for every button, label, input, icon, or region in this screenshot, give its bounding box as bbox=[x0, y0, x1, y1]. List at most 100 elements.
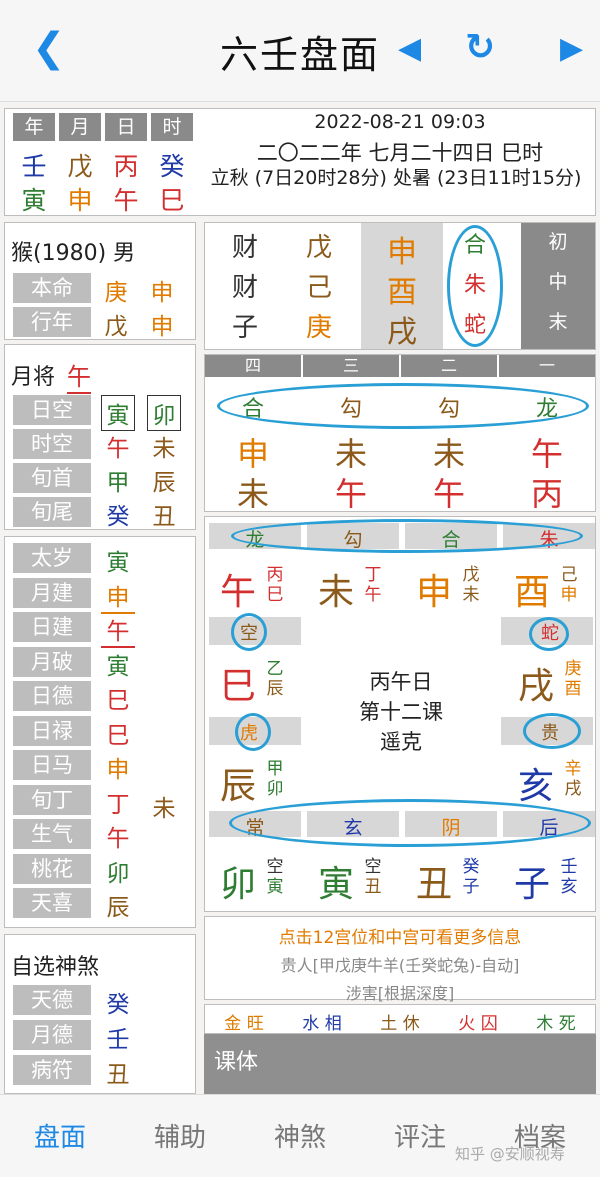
top-palace-stem: 丁 bbox=[364, 565, 382, 585]
shensha-row-value: 申 bbox=[106, 757, 130, 783]
left-palace-stem: 甲 bbox=[266, 759, 284, 779]
shensha-row-label: 月破 bbox=[13, 646, 91, 677]
pillar-header: 时 bbox=[151, 113, 193, 141]
top-palace-earth: 午 bbox=[364, 585, 382, 605]
center-palace[interactable]: 丙午日 第十二课 遥克 bbox=[305, 667, 497, 757]
sanchuan-label: 初 bbox=[548, 231, 568, 253]
bottom-palace-stem: 空 bbox=[266, 857, 284, 877]
shensha-row-value: 寅 bbox=[106, 550, 130, 576]
shensha-row-value: 辰 bbox=[106, 895, 130, 921]
sike-header: 二 bbox=[401, 355, 497, 377]
person-panel: 猴(1980) 男 本命庚申行年戊申 bbox=[4, 222, 196, 340]
left-palace-stem: 乙 bbox=[266, 659, 284, 679]
left-palace-branch[interactable]: 辰 bbox=[213, 757, 263, 809]
pillar-header: 年 bbox=[13, 113, 55, 141]
wangxiang-item: 金 旺 bbox=[205, 1009, 283, 1034]
bottom-palace-branch[interactable]: 丑 bbox=[409, 855, 459, 907]
shensha-row-value: 巳 bbox=[106, 688, 130, 714]
sanchuan-label: 末 bbox=[548, 311, 568, 333]
tab-2[interactable]: 神煞 bbox=[240, 1117, 360, 1154]
element-name: 土 bbox=[380, 1014, 398, 1034]
triangle-left-icon[interactable]: ◀ bbox=[398, 34, 421, 64]
element-name: 火 bbox=[458, 1014, 476, 1034]
shensha-row-value: 丁 bbox=[106, 791, 130, 818]
keti-panel[interactable]: 课体 bbox=[204, 1034, 596, 1094]
sanchuan-panel[interactable]: 财戊申合初财己酉朱中子庚戌蛇末 bbox=[204, 222, 596, 350]
kong-row-v1: 甲 bbox=[106, 470, 130, 496]
watermark: 知乎 @安顺视寿 bbox=[455, 1145, 565, 1163]
info-shehai: 涉害[根据深度] bbox=[345, 984, 455, 1003]
wangxiang-item: 土 休 bbox=[361, 1009, 439, 1034]
shensha-row-label: 日德 bbox=[13, 681, 91, 711]
top-palace-branch[interactable]: 申 bbox=[409, 563, 459, 615]
element-name: 水 bbox=[302, 1014, 320, 1034]
kong-row-label: 旬首 bbox=[13, 463, 91, 493]
kong-row-label: 时空 bbox=[13, 429, 91, 459]
info-panel: 点击12宫位和中宫可看更多信息 贵人[甲戊庚牛羊(壬癸蛇兔)-自动] 涉害[根据… bbox=[204, 916, 596, 1003]
bottom-palace-stem: 壬 bbox=[560, 857, 578, 877]
right-palace-branch[interactable]: 亥 bbox=[511, 757, 561, 809]
top-palace-branch[interactable]: 酉 bbox=[507, 563, 557, 615]
element-state: 死 bbox=[558, 1014, 576, 1034]
custom-row-label: 病符 bbox=[13, 1055, 91, 1085]
wangxiang-item: 火 囚 bbox=[439, 1009, 517, 1034]
center-day: 丙午日 bbox=[369, 670, 433, 694]
tianpan-panel[interactable]: 龙勾合朱午丙巳未丁午申戊未酉己申空巳乙辰虎辰甲卯蛇戌庚酉贵亥辛戌常玄阴后卯空寅寅… bbox=[204, 516, 596, 912]
kong-row-v2: 卯 bbox=[147, 395, 181, 431]
shensha-row-value: 卯 bbox=[106, 860, 130, 887]
shensha-panel: 太岁寅月建申日建午月破寅日德巳日禄巳日马申旬丁丁未生气午桃花卯天喜辰 bbox=[4, 536, 196, 928]
top-palace-stem: 丙 bbox=[266, 565, 284, 585]
sike-header: 四 bbox=[205, 355, 301, 377]
highlight-circle bbox=[217, 383, 589, 429]
sanchuan-stem: 庚 bbox=[305, 313, 332, 343]
sanchuan-stem: 己 bbox=[305, 273, 332, 303]
triangle-right-icon[interactable]: ▶ bbox=[560, 34, 583, 64]
wangxiang-item: 木 死 bbox=[517, 1009, 595, 1034]
person-row-branch: 申 bbox=[150, 280, 174, 306]
person-row-branch: 申 bbox=[150, 314, 174, 340]
custom-row-label: 月德 bbox=[13, 1020, 91, 1050]
shensha-row-label: 日马 bbox=[13, 750, 91, 780]
sike-header: 三 bbox=[303, 355, 399, 377]
gregorian-datetime: 2022-08-21 09:03 bbox=[314, 111, 486, 133]
kong-row-v1: 午 bbox=[106, 436, 130, 462]
shensha-row-label: 月建 bbox=[13, 577, 91, 608]
center-lesson: 第十二课 bbox=[359, 700, 443, 724]
left-palace-branch[interactable]: 巳 bbox=[213, 657, 263, 709]
top-palace-stem: 戊 bbox=[462, 565, 480, 585]
custom-shensha-panel: 自选神煞 天德癸月德壬病符丑 bbox=[4, 934, 196, 1094]
tab-1[interactable]: 辅助 bbox=[120, 1117, 240, 1154]
bottom-palace-branch[interactable]: 卯 bbox=[213, 855, 263, 907]
pillar-header: 日 bbox=[105, 113, 147, 141]
highlight-circle bbox=[231, 613, 267, 651]
kong-panel: 月将 午 日空寅卯时空午未旬首甲辰旬尾癸丑 bbox=[4, 344, 196, 530]
person-row-label: 行年 bbox=[13, 307, 91, 337]
right-palace-branch[interactable]: 戌 bbox=[511, 657, 561, 709]
sike-bottom: 丙 bbox=[530, 475, 563, 513]
bottom-palace-branch[interactable]: 子 bbox=[507, 855, 557, 907]
top-palace-branch[interactable]: 未 bbox=[311, 563, 361, 615]
custom-row-value: 壬 bbox=[106, 1027, 130, 1053]
yuejiang-label: 月将 bbox=[11, 365, 56, 390]
shensha-row-value: 午 bbox=[101, 612, 135, 648]
tab-0[interactable]: 盘面 bbox=[0, 1117, 120, 1154]
right-palace-earth: 酉 bbox=[564, 679, 582, 699]
bottom-palace-branch[interactable]: 寅 bbox=[311, 855, 361, 907]
top-palace-branch[interactable]: 午 bbox=[213, 563, 263, 615]
kong-row-v1: 癸 bbox=[106, 504, 130, 530]
kong-row-v1: 寅 bbox=[101, 395, 135, 431]
right-palace-earth: 戌 bbox=[564, 779, 582, 799]
shensha-row-label: 太岁 bbox=[13, 543, 91, 573]
kong-row-v2: 丑 bbox=[152, 504, 176, 530]
highlight-circle bbox=[231, 519, 583, 553]
sanchuan-liuqin: 财 bbox=[231, 273, 258, 303]
shensha-row-label: 生气 bbox=[13, 819, 91, 849]
shensha-row-value: 午 bbox=[106, 826, 130, 852]
refresh-icon[interactable]: ↻ bbox=[465, 30, 495, 66]
top-palace-earth: 未 bbox=[462, 585, 480, 605]
center-method: 遥克 bbox=[380, 730, 422, 754]
highlight-circle bbox=[229, 799, 591, 847]
element-state: 相 bbox=[324, 1014, 342, 1034]
sike-panel[interactable]: 四合申未三勾未午二勾未午一龙午丙 bbox=[204, 354, 596, 513]
bottom-palace-stem: 空 bbox=[364, 857, 382, 877]
